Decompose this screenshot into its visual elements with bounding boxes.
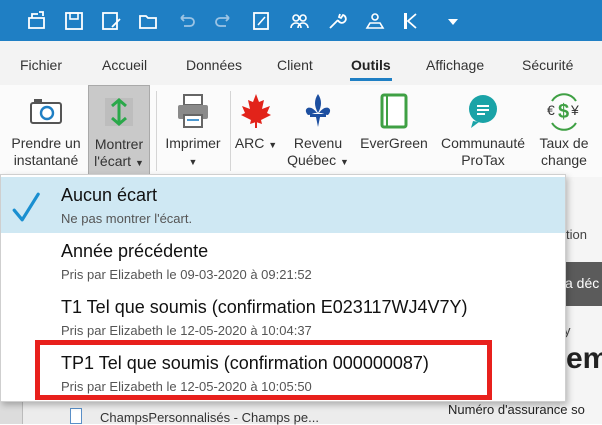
active-tab-indicator: [350, 78, 392, 81]
evergreen-label: EverGreen: [360, 135, 428, 151]
difference-arrows-icon: [99, 92, 139, 132]
arrow-left-icon[interactable]: [400, 8, 426, 34]
dropdown-item-subtitle: Pris par Elizabeth le 09-03-2020 à 09:21…: [61, 267, 312, 282]
undo-icon[interactable]: [173, 8, 199, 34]
svg-text:¥: ¥: [570, 102, 579, 118]
chat-bubble-icon: [463, 91, 503, 131]
left-side-strip: [0, 400, 23, 424]
checkmark-icon: [12, 192, 40, 222]
svg-text:€: €: [547, 102, 555, 118]
show-difference-label-2: l'écart: [94, 153, 132, 169]
tab-accueil[interactable]: Accueil: [102, 57, 147, 73]
arc-button[interactable]: ARC ▼: [232, 85, 280, 177]
background-banner: a déc: [563, 262, 602, 306]
menu-tabs: Fichier Accueil Données Client Outils Af…: [0, 41, 602, 85]
ribbon-toolbar: Prendre un instantané Montrer l'écart ▼ Im…: [0, 85, 602, 178]
chevron-down-icon: ▼: [268, 140, 278, 150]
protax-community-label-2: ProTax: [461, 152, 505, 168]
dropdown-item-previous-year[interactable]: Année précédente Pris par Elizabeth le 0…: [1, 233, 565, 289]
edit-form-icon[interactable]: [248, 8, 274, 34]
protax-community-label-1: Communauté: [440, 135, 526, 151]
wrench-icon[interactable]: [324, 8, 350, 34]
redo-icon[interactable]: [211, 8, 237, 34]
show-difference-label-1: Montrer: [94, 136, 144, 152]
chevron-down-icon: ▼: [340, 157, 349, 167]
tab-outils[interactable]: Outils: [351, 57, 391, 73]
show-difference-button[interactable]: Montrer l'écart ▼: [88, 85, 150, 177]
exchange-rate-label-2: change: [541, 152, 587, 168]
dropdown-item-title: Aucun écart: [61, 185, 158, 205]
folder-icon[interactable]: [135, 8, 161, 34]
dropdown-item-t1-as-filed[interactable]: T1 Tel que soumis (confirmation E023117W…: [1, 289, 565, 345]
snapshot-label-1: Prendre un: [11, 135, 81, 151]
revenu-quebec-button[interactable]: Revenu Québec ▼: [282, 85, 354, 177]
exchange-rate-button[interactable]: € $ ¥ Taux de change: [534, 85, 594, 177]
dropdown-item-subtitle: Pris par Elizabeth le 12-05-2020 à 10:04…: [61, 323, 312, 338]
background-heading-fragment: em: [566, 342, 602, 375]
tab-client[interactable]: Client: [277, 57, 313, 73]
sin-field-label: Numéro d'assurance so: [448, 402, 585, 417]
snapshot-button[interactable]: Prendre un instantané: [6, 85, 86, 177]
fleur-de-lis-icon: [298, 91, 338, 131]
snapshot-label-2: instantané: [13, 152, 79, 168]
background-banner-text: a déc: [565, 275, 600, 291]
revenu-quebec-label-2: Québec: [287, 152, 337, 168]
printer-icon: [173, 91, 213, 131]
tab-securite[interactable]: Sécurité: [522, 57, 573, 73]
protax-community-button[interactable]: Communauté ProTax: [434, 85, 532, 177]
exchange-rate-label-1: Taux de: [539, 135, 589, 151]
save-icon[interactable]: [61, 8, 87, 34]
arc-label: ARC: [234, 135, 265, 151]
ribbon-separator: [230, 91, 231, 171]
dropdown-item-title: Année précédente: [61, 241, 209, 261]
tree-item-custom-fields[interactable]: ChampsPersonnalisés - Champs pe...: [100, 410, 319, 425]
dropdown-item-subtitle: Ne pas montrer l'écart.: [61, 211, 193, 226]
dropdown-item-no-difference[interactable]: Aucun écart Ne pas montrer l'écart.: [1, 177, 565, 233]
ribbon-separator: [156, 91, 157, 171]
tab-fichier[interactable]: Fichier: [20, 57, 62, 73]
maple-leaf-icon: [236, 91, 276, 131]
tab-donnees[interactable]: Données: [186, 57, 242, 73]
evergreen-book-icon: [374, 91, 414, 131]
open-folder-icon[interactable]: [24, 8, 50, 34]
svg-text:$: $: [558, 101, 569, 123]
evergreen-button[interactable]: EverGreen: [356, 85, 432, 177]
currency-exchange-icon: € $ ¥: [544, 91, 584, 131]
print-button[interactable]: Imprimer ▼: [160, 85, 226, 177]
highlight-annotation-box: [35, 340, 492, 400]
save-as-icon[interactable]: [98, 8, 124, 34]
background-tab-fragment: tion: [566, 227, 587, 242]
chevron-down-icon: ▼: [188, 157, 198, 167]
dropdown-item-title: T1 Tel que soumis (confirmation E023117W…: [61, 297, 468, 317]
print-label: Imprimer: [165, 135, 221, 151]
users-icon[interactable]: [286, 8, 312, 34]
camera-icon: [26, 91, 66, 131]
quick-access-toolbar: [0, 0, 602, 41]
document-icon: [70, 408, 82, 424]
chevron-down-icon: ▼: [134, 158, 144, 168]
revenu-quebec-label-1: Revenu: [293, 135, 343, 151]
tab-affichage[interactable]: Affichage: [426, 57, 484, 73]
tax-calculator-icon[interactable]: [362, 8, 388, 34]
dropdown-arrow-icon[interactable]: [440, 8, 466, 34]
